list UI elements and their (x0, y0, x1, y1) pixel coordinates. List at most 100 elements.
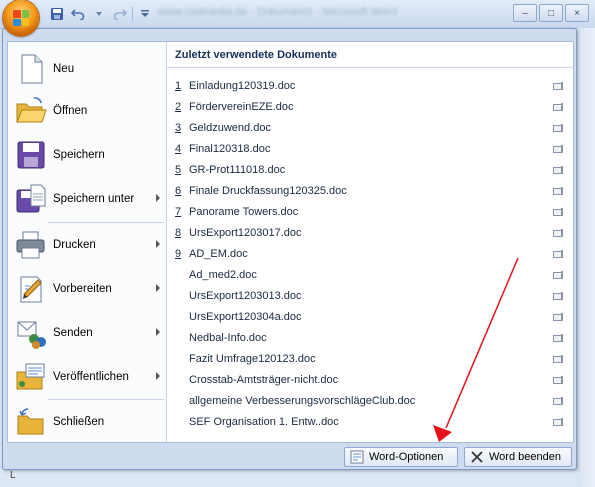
recent-document-item[interactable]: allgemeine VerbesserungsvorschlägeClub.d… (167, 390, 573, 411)
recent-document-item[interactable]: 7 Panorame Towers.doc (167, 201, 573, 222)
save-as-label: Speichern unter (53, 193, 135, 205)
recent-document-item[interactable]: 5 GR-Prot111018.doc (167, 159, 573, 180)
pin-icon[interactable] (551, 228, 565, 238)
save-as-command[interactable]: Speichern unter (8, 178, 166, 220)
chevron-right-icon (156, 284, 160, 292)
pin-icon[interactable] (551, 81, 565, 91)
window-controls: – □ × (513, 4, 589, 22)
office-button[interactable] (3, 0, 39, 36)
recent-document-name: Fazit Umfrage120123.doc (189, 352, 316, 365)
maximize-button[interactable]: □ (539, 4, 563, 22)
menu-divider (48, 399, 164, 400)
recent-document-item[interactable]: 4 Final120318.doc (167, 138, 573, 159)
prepare-command[interactable]: Vorbereiten (8, 268, 166, 310)
open-folder-icon (14, 94, 48, 128)
close-label: Schließen (53, 416, 105, 428)
recent-document-item[interactable]: UrsExport1203013.doc (167, 285, 573, 306)
redo-icon[interactable] (111, 5, 129, 22)
send-command[interactable]: Senden (8, 312, 166, 354)
pin-icon[interactable] (551, 375, 565, 385)
options-icon (350, 450, 364, 464)
print-label: Drucken (53, 239, 96, 251)
close-command[interactable]: Schließen (8, 401, 166, 443)
recent-document-item[interactable]: Crosstab-Amtsträger-nicht.doc (167, 369, 573, 390)
recent-document-number: 8 (175, 226, 182, 239)
recent-document-item[interactable]: Ad_med2.doc (167, 264, 573, 285)
new-label: Neu (53, 63, 75, 75)
recent-document-name: allgemeine VerbesserungsvorschlägeClub.d… (189, 394, 416, 407)
pin-icon[interactable] (551, 291, 565, 301)
pin-icon[interactable] (551, 354, 565, 364)
pin-icon[interactable] (551, 165, 565, 175)
open-command[interactable]: Öffnen (8, 90, 166, 132)
recent-documents-panel: Zuletzt verwendete Dokumente 1 Einladung1… (167, 42, 573, 442)
chevron-right-icon (156, 328, 160, 336)
recent-document-item[interactable]: UrsExport120304a.doc (167, 306, 573, 327)
printer-icon (14, 228, 48, 262)
print-command[interactable]: Drucken (8, 224, 166, 266)
prepare-label: Vorbereiten (53, 283, 112, 295)
recent-documents-title: Zuletzt verwendete Dokumente (167, 42, 573, 68)
recent-document-name: Finale Druckfassung120325.doc (189, 184, 347, 197)
undo-icon[interactable] (69, 5, 87, 22)
save-icon[interactable] (48, 5, 66, 22)
pin-icon[interactable] (551, 186, 565, 196)
exit-word-button[interactable]: Word beenden (464, 447, 572, 467)
publish-icon (14, 360, 48, 394)
close-folder-icon (14, 405, 48, 439)
recent-document-name: FördervereinEZE.doc (189, 100, 294, 113)
new-command[interactable]: Neu (8, 48, 166, 90)
pin-icon[interactable] (551, 270, 565, 280)
recent-document-item[interactable]: 2 FördervereinEZE.doc (167, 96, 573, 117)
recent-document-item[interactable]: 1 Einladung120319.doc (167, 75, 573, 96)
minimize-button[interactable]: – (513, 4, 537, 22)
chevron-right-icon (156, 240, 160, 248)
recent-document-number: 9 (175, 247, 182, 260)
pin-icon[interactable] (551, 123, 565, 133)
recent-document-item[interactable]: Nedbal-Info.doc (167, 327, 573, 348)
recent-document-name: UrsExport1203013.doc (189, 289, 302, 302)
save-command[interactable]: Speichern (8, 134, 166, 176)
office-menu: Neu Öffnen Speichern Speichern unter Dru… (2, 28, 577, 470)
recent-document-name: GR-Prot111018.doc (189, 163, 286, 176)
document-area-edge (0, 468, 577, 487)
publish-command[interactable]: Veröffentlichen (8, 356, 166, 398)
recent-document-item[interactable]: 9 AD_EM.doc (167, 243, 573, 264)
recent-document-item[interactable]: Fazit Umfrage120123.doc (167, 348, 573, 369)
recent-document-item[interactable]: SEF Organisation 1. Entw..doc (167, 411, 573, 432)
customize-toolbar-icon[interactable] (136, 5, 154, 22)
open-label: Öffnen (53, 105, 88, 117)
menu-divider (48, 222, 164, 223)
recent-document-number: 1 (175, 79, 182, 92)
recent-document-item[interactable]: 6 Finale Druckfassung120325.doc (167, 180, 573, 201)
undo-dropdown-icon[interactable] (90, 5, 108, 22)
save-as-icon (14, 182, 48, 216)
save-disk-icon (14, 138, 48, 172)
pin-icon[interactable] (551, 249, 565, 259)
chevron-right-icon (156, 372, 160, 380)
save-label: Speichern (53, 149, 105, 161)
ribbon-edge (577, 28, 595, 487)
recent-document-item[interactable]: 3 Geldzuwend.doc (167, 117, 573, 138)
pin-icon[interactable] (551, 312, 565, 322)
recent-document-item[interactable]: 8 UrsExport1203017.doc (167, 222, 573, 243)
exit-word-label: Word beenden (489, 451, 561, 463)
office-menu-body: Neu Öffnen Speichern Speichern unter Dru… (7, 41, 574, 443)
ruler-tab-marker: L (10, 470, 16, 481)
pin-icon[interactable] (551, 333, 565, 343)
recent-document-name: UrsExport120304a.doc (189, 310, 302, 323)
close-window-button[interactable]: × (565, 4, 589, 22)
recent-document-name: Ad_med2.doc (189, 268, 257, 281)
close-x-icon (470, 450, 484, 464)
office-logo-icon (13, 10, 29, 26)
pin-icon[interactable] (551, 102, 565, 112)
word-options-button[interactable]: Word-Optionen (344, 447, 458, 467)
recent-document-number: 7 (175, 205, 182, 218)
pin-icon[interactable] (551, 207, 565, 217)
recent-document-name: AD_EM.doc (189, 247, 248, 260)
pin-icon[interactable] (551, 417, 565, 427)
recent-document-name: Geldzuwend.doc (189, 121, 271, 134)
new-document-icon (14, 52, 48, 86)
pin-icon[interactable] (551, 396, 565, 406)
pin-icon[interactable] (551, 144, 565, 154)
